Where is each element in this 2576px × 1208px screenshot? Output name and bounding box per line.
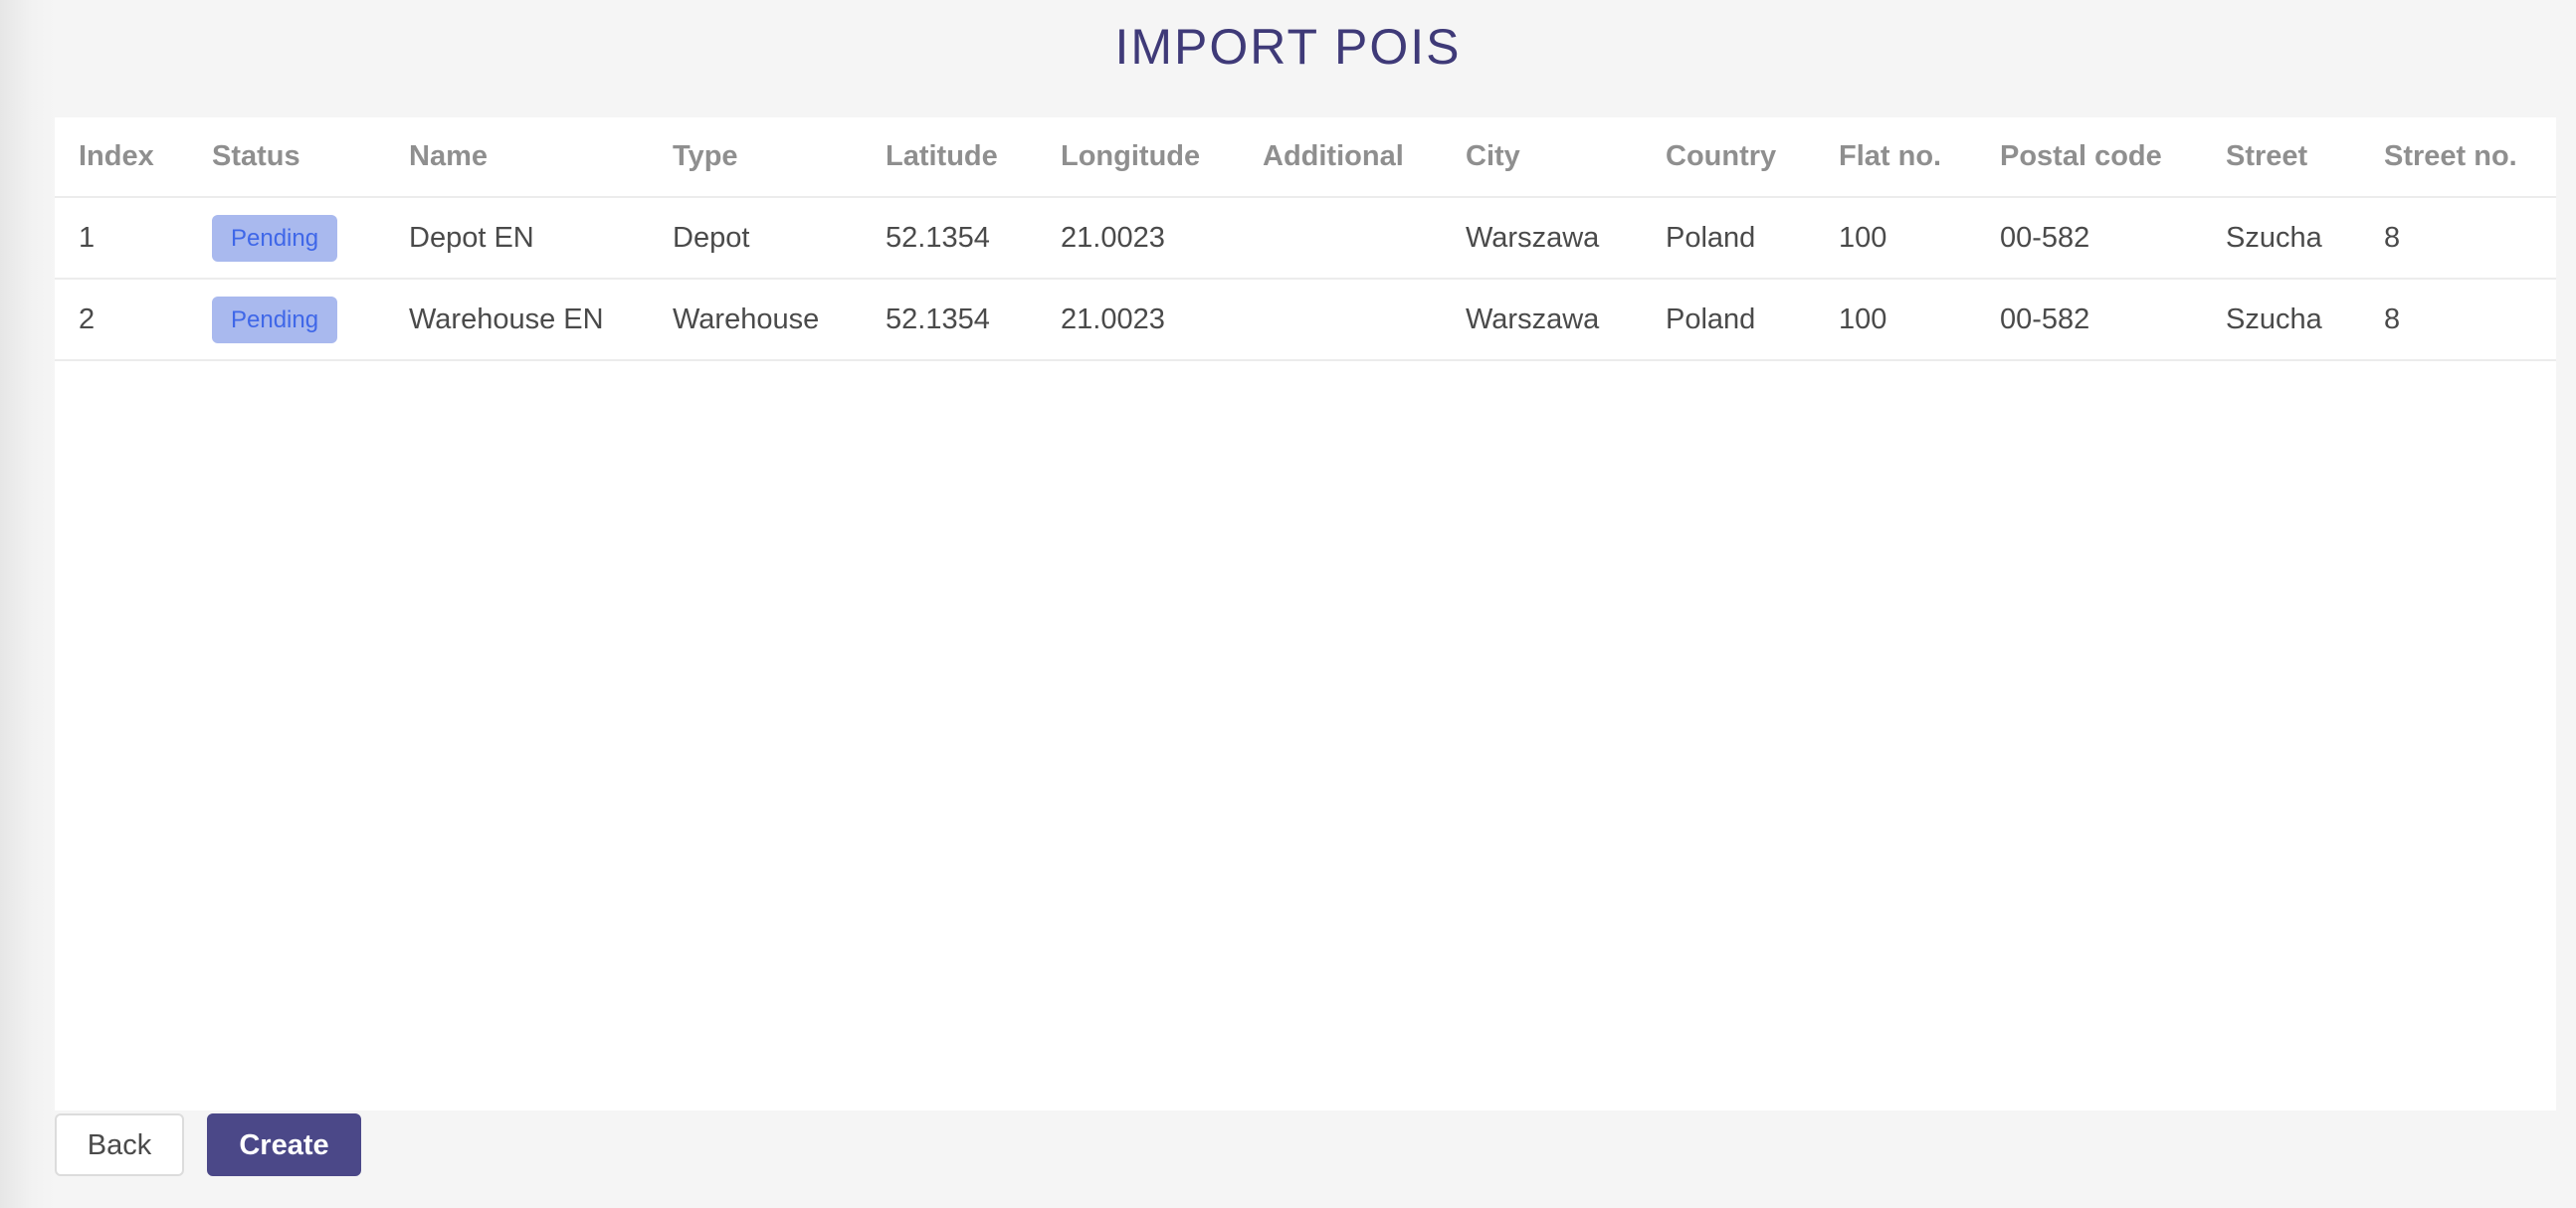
cell-latitude: 52.1354 — [862, 197, 1037, 280]
cell-type: Depot — [649, 197, 862, 280]
cell-street-no: 8 — [2360, 279, 2556, 361]
cell-street: Szucha — [2202, 197, 2360, 280]
cell-city: Warszawa — [1442, 197, 1642, 280]
column-header-city[interactable]: City — [1442, 117, 1642, 198]
cell-country: Poland — [1642, 279, 1815, 361]
column-header-type[interactable]: Type — [649, 117, 862, 198]
pois-table: Index Status Name Type Latitude Longitud… — [55, 117, 2556, 361]
back-button[interactable]: Back — [55, 1113, 184, 1176]
cell-status: Pending — [188, 279, 385, 361]
column-header-postal-code[interactable]: Postal code — [1976, 117, 2202, 198]
column-header-flat-no[interactable]: Flat no. — [1815, 117, 1976, 198]
cell-name: Warehouse EN — [385, 279, 649, 361]
column-header-name[interactable]: Name — [385, 117, 649, 198]
cell-postal-code: 00-582 — [1976, 279, 2202, 361]
column-header-country[interactable]: Country — [1642, 117, 1815, 198]
cell-flat-no: 100 — [1815, 197, 1976, 280]
cell-street: Szucha — [2202, 279, 2360, 361]
cell-additional — [1239, 197, 1442, 280]
cell-name: Depot EN — [385, 197, 649, 280]
cell-latitude: 52.1354 — [862, 279, 1037, 361]
cell-type: Warehouse — [649, 279, 862, 361]
column-header-index[interactable]: Index — [55, 117, 188, 198]
column-header-longitude[interactable]: Longitude — [1037, 117, 1239, 198]
column-header-latitude[interactable]: Latitude — [862, 117, 1037, 198]
table-header-row: Index Status Name Type Latitude Longitud… — [55, 117, 2556, 198]
cell-index: 2 — [55, 279, 188, 361]
left-edge-shadow — [0, 0, 55, 1208]
cell-additional — [1239, 279, 1442, 361]
table-row[interactable]: 1 Pending Depot EN Depot 52.1354 21.0023… — [55, 197, 2556, 280]
table-row[interactable]: 2 Pending Warehouse EN Warehouse 52.1354… — [55, 279, 2556, 361]
page-title: IMPORT POIS — [1114, 19, 1462, 75]
cell-flat-no: 100 — [1815, 279, 1976, 361]
cell-country: Poland — [1642, 197, 1815, 280]
column-header-street[interactable]: Street — [2202, 117, 2360, 198]
status-badge: Pending — [212, 214, 338, 262]
cell-index: 1 — [55, 197, 188, 280]
cell-postal-code: 00-582 — [1976, 197, 2202, 280]
cell-longitude: 21.0023 — [1037, 197, 1239, 280]
column-header-status[interactable]: Status — [188, 117, 385, 198]
column-header-additional[interactable]: Additional — [1239, 117, 1442, 198]
pois-table-panel: Index Status Name Type Latitude Longitud… — [55, 117, 2556, 1110]
cell-status: Pending — [188, 197, 385, 280]
cell-longitude: 21.0023 — [1037, 279, 1239, 361]
column-header-street-no[interactable]: Street no. — [2360, 117, 2556, 198]
create-button[interactable]: Create — [207, 1113, 361, 1176]
status-badge: Pending — [212, 296, 338, 343]
cell-city: Warszawa — [1442, 279, 1642, 361]
cell-street-no: 8 — [2360, 197, 2556, 280]
